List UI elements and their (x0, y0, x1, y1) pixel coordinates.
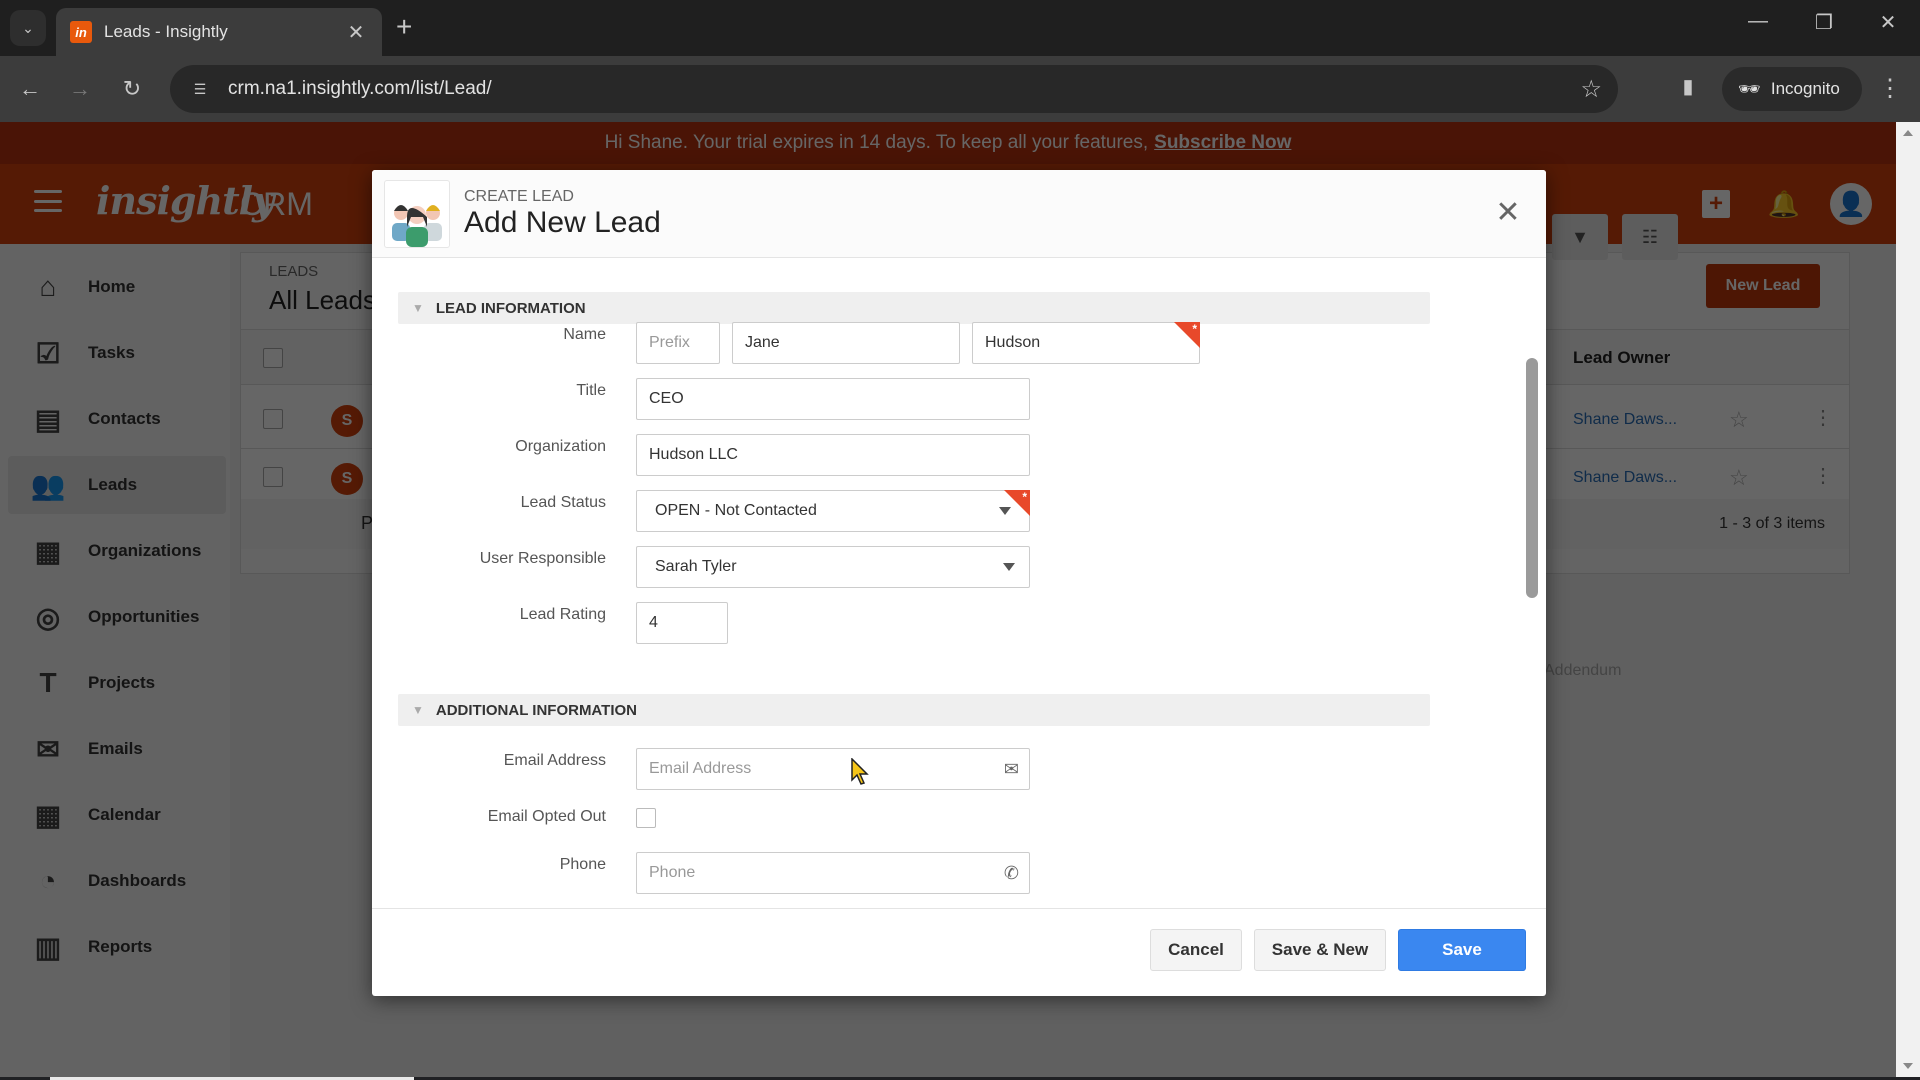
last-name-input[interactable]: Hudson (972, 322, 1200, 364)
save-and-new-button[interactable]: Save & New (1254, 929, 1386, 971)
dialog-header: CREATE LEAD Add New Lead ✕ (372, 170, 1546, 258)
chevron-down-icon: ▼ (412, 301, 424, 315)
back-button[interactable]: ← (14, 73, 46, 105)
incognito-label: Incognito (1770, 79, 1840, 98)
chevron-down-icon: ⌄ (22, 19, 34, 36)
close-icon[interactable]: ✕ (1490, 196, 1526, 230)
window-close-button[interactable]: ✕ (1868, 10, 1908, 35)
lead-status-label: Lead Status (520, 494, 606, 511)
title-input[interactable]: CEO (636, 378, 1030, 420)
tab-title: Leads - Insightly (104, 22, 228, 41)
browser-tabstrip: ⌄ in Leads - Insightly ✕ + — ❐ ✕ (0, 0, 1920, 56)
create-lead-dialog: CREATE LEAD Add New Lead ✕ ▼ LEAD INFORM… (372, 170, 1546, 996)
dialog-kicker: CREATE LEAD (464, 188, 574, 205)
section-title: LEAD INFORMATION (435, 299, 586, 317)
incognito-icon: 🕶 (1738, 78, 1761, 99)
new-tab-button[interactable]: + (396, 12, 412, 42)
name-label: Name (563, 326, 606, 343)
envelope-icon: ✉ (1003, 759, 1019, 779)
dialog-scrollbar-thumb[interactable] (1526, 358, 1538, 598)
dialog-footer: Cancel Save & New Save (372, 908, 1546, 996)
url-text[interactable]: crm.na1.insightly.com/list/Lead/ (228, 78, 1580, 100)
required-flag-icon (1174, 322, 1200, 348)
minimize-button[interactable]: — (1738, 10, 1778, 33)
email-opted-out-checkbox[interactable] (636, 808, 656, 828)
tab-search-button[interactable]: ⌄ (10, 10, 46, 46)
site-info-icon[interactable]: ☰ (186, 75, 214, 103)
leads-people-icon (384, 180, 450, 248)
section-lead-information[interactable]: ▼ LEAD INFORMATION (398, 292, 1430, 324)
address-bar[interactable]: ☰ crm.na1.insightly.com/list/Lead/ ☆ (170, 65, 1618, 113)
user-responsible-label: User Responsible (479, 550, 606, 567)
email-address-input[interactable]: Email Address ✉ (636, 748, 1030, 790)
name-prefix-input[interactable]: Prefix (636, 322, 720, 364)
scroll-down-arrow-icon[interactable] (1903, 1063, 1913, 1069)
chevron-down-icon: ▼ (412, 703, 424, 717)
email-address-label: Email Address (503, 752, 606, 769)
cancel-button[interactable]: Cancel (1150, 929, 1242, 971)
lead-status-value: OPEN - Not Contacted (655, 502, 817, 519)
user-responsible-value: Sarah Tyler (655, 558, 737, 575)
email-placeholder: Email Address (649, 760, 752, 777)
phone-placeholder: Phone (649, 864, 696, 881)
reload-button[interactable]: ↻ (116, 73, 148, 105)
section-title: ADDITIONAL INFORMATION (435, 701, 637, 719)
email-opted-out-label: Email Opted Out (487, 808, 606, 825)
user-responsible-select[interactable]: Sarah Tyler (636, 546, 1030, 588)
insightly-favicon-icon: in (70, 21, 92, 43)
required-flag-icon (1004, 490, 1030, 516)
lead-status-select[interactable]: OPEN - Not Contacted (636, 490, 1030, 532)
scroll-up-arrow-icon[interactable] (1903, 130, 1913, 136)
incognito-indicator[interactable]: 🕶 Incognito (1722, 67, 1862, 111)
lead-rating-label: Lead Rating (519, 606, 606, 623)
dropdown-caret-icon (1003, 563, 1015, 571)
arrow-right-icon: → (69, 76, 91, 101)
tab-close-icon[interactable]: ✕ (344, 20, 368, 45)
browser-menu-icon[interactable]: ⋮ (1878, 74, 1902, 103)
page-vertical-scrollbar[interactable] (1896, 122, 1920, 1077)
organization-input[interactable]: Hudson LLC (636, 434, 1030, 476)
first-name-input[interactable]: Jane (732, 322, 960, 364)
phone-label: Phone (559, 856, 606, 873)
bookmark-star-icon[interactable]: ☆ (1580, 75, 1602, 104)
title-label: Title (576, 382, 606, 399)
dialog-body: ▼ LEAD INFORMATION Name Prefix Jane Huds… (372, 258, 1546, 894)
last-name-value: Hudson (985, 334, 1041, 351)
save-button[interactable]: Save (1398, 929, 1526, 971)
side-panel-icon[interactable]: ▮ (1674, 74, 1702, 102)
reload-icon: ↻ (122, 76, 142, 101)
lead-rating-input[interactable]: 4 (636, 602, 728, 644)
organization-label: Organization (515, 438, 606, 455)
page-viewport: Hi Shane. Your trial expires in 14 days.… (0, 122, 1896, 1077)
section-additional-information[interactable]: ▼ ADDITIONAL INFORMATION (398, 694, 1430, 726)
browser-toolbar: ← → ↻ ☰ crm.na1.insightly.com/list/Lead/… (0, 56, 1920, 122)
arrow-left-icon: ← (19, 76, 41, 101)
phone-icon: ✆ (1003, 863, 1019, 883)
phone-input[interactable]: Phone ✆ (636, 852, 1030, 894)
forward-button[interactable]: → (64, 73, 96, 105)
restore-button[interactable]: ❐ (1804, 10, 1844, 35)
dialog-title: Add New Lead (464, 206, 661, 239)
browser-tab[interactable]: in Leads - Insightly ✕ (56, 8, 382, 56)
